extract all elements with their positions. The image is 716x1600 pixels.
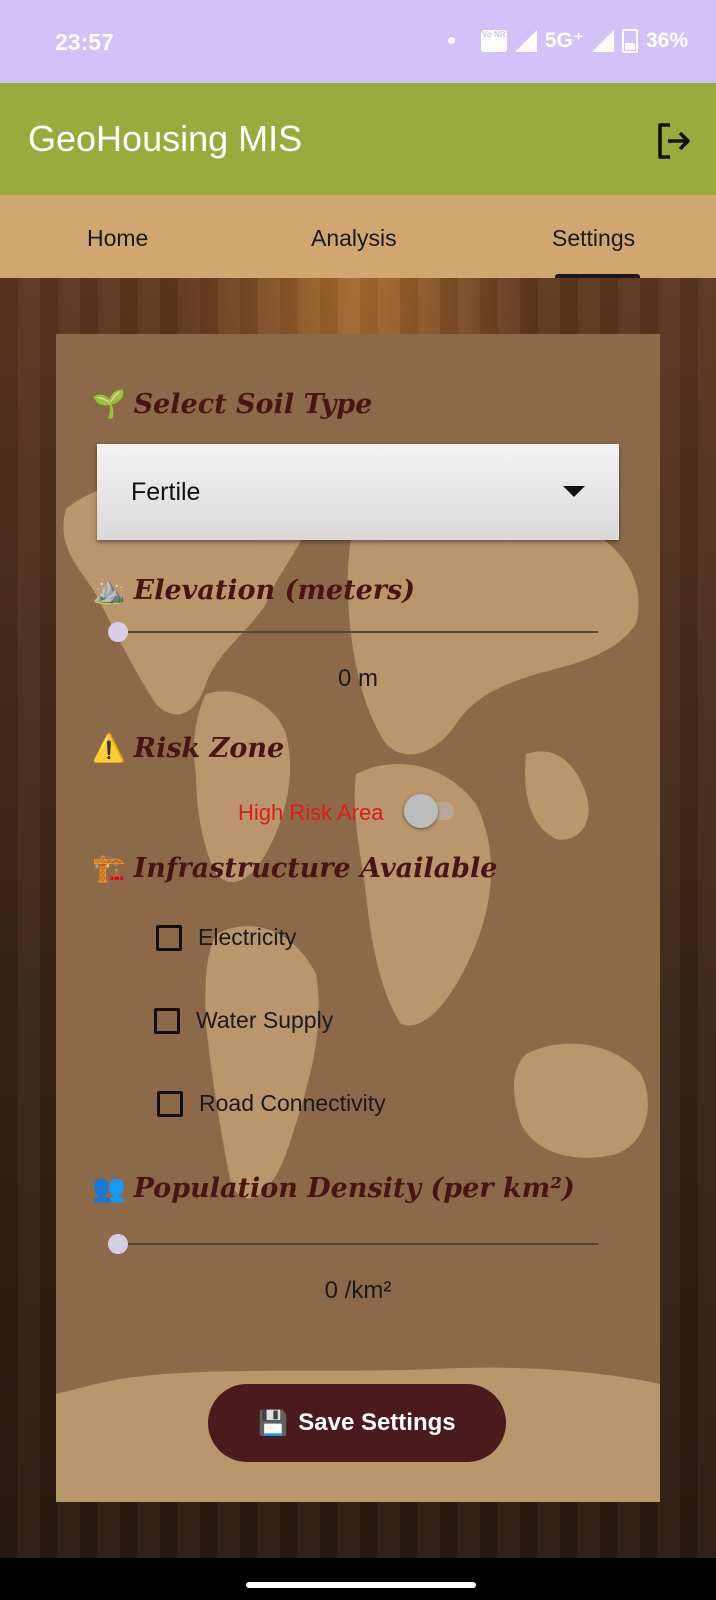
population-slider-thumb[interactable] [108,1234,128,1254]
soil-section-title: 🌱 Select Soil Type [92,389,373,420]
electricity-checkbox[interactable] [156,924,182,951]
road-connectivity-checkbox[interactable] [157,1090,183,1117]
signal-icon [514,29,537,52]
warning-icon: ⚠️ [92,733,126,764]
electricity-label: Electricity [198,924,297,950]
high-risk-switch[interactable] [404,794,456,828]
battery-level: 36% [645,28,688,52]
floppy-disk-icon: 💾 [258,1409,289,1437]
volte-icon: Vo NR [480,29,507,52]
road-connectivity-option[interactable]: Road Connectivity [157,1090,386,1117]
soil-type-value: Fertile [131,478,201,506]
tab-bar: Home Analysis Settings [0,195,716,278]
home-gesture-handle[interactable] [246,1582,476,1588]
electricity-option[interactable]: Electricity [156,924,296,951]
tab-analysis[interactable]: Analysis [311,225,397,252]
high-risk-label: High Risk Area [238,800,384,825]
risk-section-title: ⚠️ Risk Zone [92,733,285,764]
logout-icon[interactable] [654,121,694,161]
elevation-slider-thumb[interactable] [108,622,128,642]
status-icons: Vo NR 5G⁺ 36% [447,28,688,53]
app-title: GeoHousing MIS [28,118,303,159]
water-supply-label: Water Supply [196,1007,334,1033]
water-supply-checkbox[interactable] [154,1007,180,1034]
settings-card: 🌱 Select Soil Type Fertile ⛰️ Elevation (m… [56,334,660,1502]
app-bar: GeoHousing MIS [0,83,716,195]
save-settings-label: Save Settings [298,1409,456,1436]
soil-type-dropdown[interactable]: Fertile [97,444,619,540]
water-supply-option[interactable]: Water Supply [154,1007,333,1034]
elevation-slider[interactable] [108,622,598,642]
signal-icon-2 [591,29,614,52]
population-slider[interactable] [108,1234,598,1254]
infrastructure-section-title: 🏗️ Infrastructure Available [92,853,498,884]
population-section-title: 👥 Population Density (per km²) [92,1173,575,1204]
tab-home[interactable]: Home [87,225,148,252]
status-bar: 23:57 Vo NR 5G⁺ 36% [0,0,716,83]
elevation-section-title: ⛰️ Elevation (meters) [92,575,415,606]
elevation-value: 0 m [337,665,378,692]
network-label: 5G⁺ [544,29,584,52]
people-icon: 👥 [92,1173,126,1204]
system-nav-bar [0,1558,716,1600]
battery-icon [621,28,638,53]
status-time: 23:57 [55,29,114,55]
construction-icon: 🏗️ [92,853,126,884]
population-value: 0 /km² [324,1277,392,1304]
switch-thumb [404,794,438,828]
tab-settings[interactable]: Settings [552,225,635,252]
chevron-down-icon [563,486,585,497]
seedling-icon: 🌱 [92,389,126,420]
road-connectivity-label: Road Connectivity [199,1090,386,1116]
save-settings-button[interactable]: 💾 Save Settings [208,1384,506,1462]
notification-dot-icon [447,37,455,44]
mountain-icon: ⛰️ [92,575,126,606]
